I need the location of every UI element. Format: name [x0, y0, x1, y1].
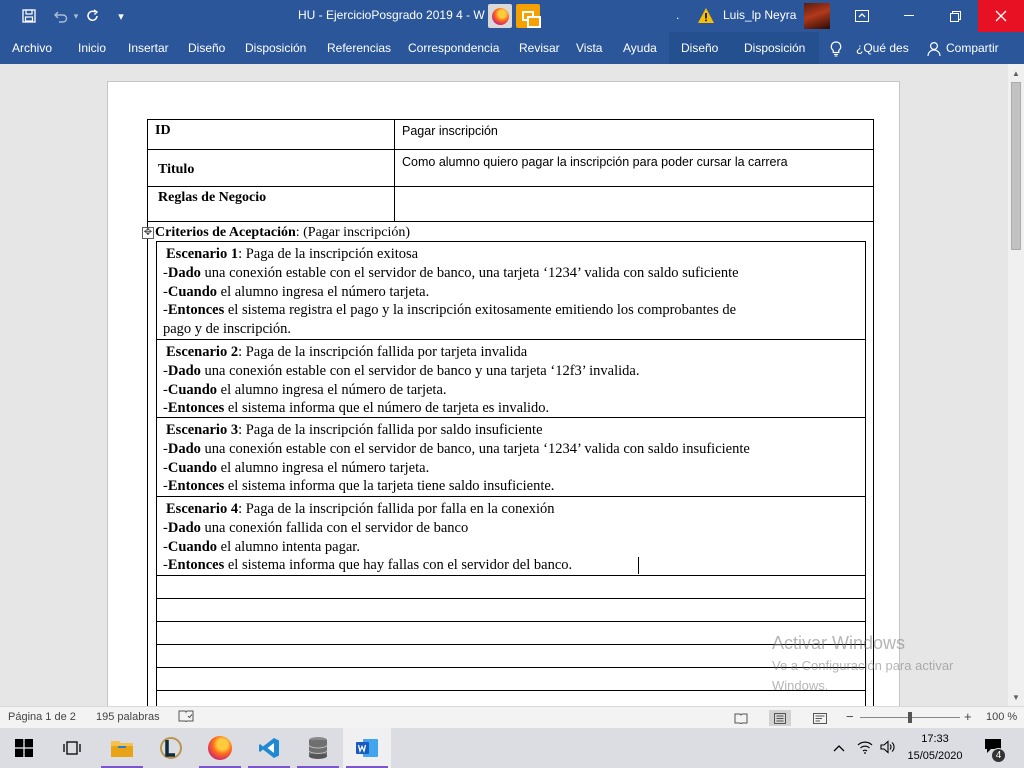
person-icon[interactable]: [927, 41, 941, 57]
tab-revisar[interactable]: Revisar: [519, 41, 560, 55]
volume-icon[interactable]: [880, 740, 896, 757]
ribbon-tabs: Archivo Inicio Insertar Diseño Disposici…: [0, 32, 1024, 64]
scenario-1-given[interactable]: -Dado una conexión estable con el servid…: [163, 265, 739, 282]
word-count[interactable]: 195 palabras: [96, 711, 160, 723]
row-value-id[interactable]: Pagar inscripción: [402, 124, 498, 138]
tab-archivo[interactable]: Archivo: [12, 41, 52, 55]
clock[interactable]: 17:33 15/05/2020: [900, 731, 970, 765]
ribbon-display-options-icon[interactable]: [839, 0, 885, 32]
scenario-3-title[interactable]: Escenario 3: Paga de la inscripción fall…: [166, 422, 543, 439]
scroll-up-icon[interactable]: ▲: [1010, 67, 1022, 79]
scenario-2-given[interactable]: -Dado una conexión estable con el servid…: [163, 363, 639, 380]
tab-table-layout[interactable]: Disposición: [744, 41, 805, 55]
criteria-heading[interactable]: Criterios de Aceptación: (Pagar inscripc…: [155, 225, 410, 241]
tab-diseno[interactable]: Diseño: [188, 41, 225, 55]
scroll-thumb[interactable]: [1011, 82, 1021, 250]
clock-date: 15/05/2020: [907, 750, 963, 762]
file-explorer-icon[interactable]: [98, 728, 146, 768]
activation-watermark-line2: Windows.: [772, 678, 829, 693]
scenario-2-title[interactable]: Escenario 2: Paga de la inscripción fall…: [166, 344, 527, 361]
status-bar: Página 1 de 2 195 palabras − + 100 %: [0, 706, 1024, 728]
vertical-scrollbar[interactable]: ▲ ▼: [1008, 64, 1024, 706]
tab-correspondencia[interactable]: Correspondencia: [408, 41, 499, 55]
print-layout-icon[interactable]: [769, 710, 791, 726]
read-mode-icon[interactable]: [730, 710, 752, 726]
document-title: HU - EjercicioPosgrado 2019 4 - W: [298, 8, 485, 22]
activation-watermark-title: Activar Windows: [772, 633, 906, 653]
share-button[interactable]: Compartir: [946, 41, 999, 55]
clock-time: 17:33: [921, 733, 949, 745]
scenario-3-then[interactable]: -Entonces el sistema informa que la tarj…: [163, 478, 554, 495]
scenario-1-title[interactable]: Escenario 1: Paga de la inscripción exit…: [166, 246, 418, 263]
network-icon[interactable]: [857, 740, 873, 757]
customize-qa-icon[interactable]: ▾: [112, 0, 130, 32]
taskbar: 17:33 15/05/2020: [0, 728, 1024, 768]
zoom-slider-thumb[interactable]: [908, 712, 912, 723]
scenario-2-then[interactable]: -Entonces el sistema informa que el núme…: [163, 400, 549, 417]
league-client-icon[interactable]: [147, 728, 195, 768]
scenario-4-given[interactable]: -Dado una conexión fallida con el servid…: [163, 520, 468, 537]
proofing-icon[interactable]: [178, 710, 194, 726]
firefox-icon[interactable]: [488, 4, 512, 28]
zoom-level[interactable]: 100 %: [986, 711, 1017, 723]
activation-watermark-line1: Ve a Configuración para activar: [772, 658, 954, 673]
firefox-icon[interactable]: [196, 728, 244, 768]
undo-icon[interactable]: [48, 0, 72, 32]
text-cursor: [638, 557, 639, 574]
tab-vista[interactable]: Vista: [576, 41, 602, 55]
scroll-down-icon[interactable]: ▼: [1010, 691, 1022, 703]
scenario-3-given[interactable]: -Dado una conexión estable con el servid…: [163, 441, 750, 458]
tab-referencias[interactable]: Referencias: [327, 41, 391, 55]
tell-me-search[interactable]: ¿Qué des: [856, 41, 909, 55]
tab-insertar[interactable]: Insertar: [128, 41, 169, 55]
zoom-in-button[interactable]: +: [964, 709, 972, 724]
row-value-titulo[interactable]: Como alumno quiero pagar la inscripción …: [402, 155, 788, 169]
scenario-1-then[interactable]: -Entonces el sistema registra el pago y …: [163, 302, 736, 319]
window-switch-icon[interactable]: [516, 4, 541, 28]
criteria-rest: : (Pagar inscripción): [295, 225, 411, 240]
minimize-button[interactable]: [886, 0, 932, 32]
scenario-1-when[interactable]: -Cuando el alumno ingresa el número tarj…: [163, 284, 429, 301]
row-label-id[interactable]: ID: [155, 123, 171, 139]
undo-dropdown-icon[interactable]: ▾: [70, 0, 82, 32]
redo-icon[interactable]: [82, 0, 104, 32]
web-layout-icon[interactable]: [809, 710, 831, 726]
show-hidden-icons-icon[interactable]: [833, 740, 845, 755]
avatar[interactable]: [804, 3, 830, 29]
title-separator: .: [676, 8, 680, 22]
notification-count-badge: 4: [991, 748, 1006, 763]
scenario-2-when[interactable]: -Cuando el alumno ingresa el número de t…: [163, 382, 447, 399]
account-name[interactable]: Luis_lp Neyra: [723, 8, 796, 22]
tab-disposicion[interactable]: Disposición: [245, 41, 306, 55]
tab-ayuda[interactable]: Ayuda: [623, 41, 657, 55]
criteria-label: Criterios de Aceptación: [155, 225, 296, 240]
save-icon[interactable]: [16, 0, 42, 32]
table-move-handle-icon[interactable]: ✥: [142, 227, 154, 239]
tab-table-design[interactable]: Diseño: [681, 41, 718, 55]
task-view-icon[interactable]: [48, 728, 96, 768]
close-button[interactable]: [978, 0, 1024, 32]
zoom-out-button[interactable]: −: [846, 709, 854, 724]
scenario-4-then[interactable]: -Entonces el sistema informa que hay fal…: [163, 557, 572, 574]
word-icon[interactable]: [343, 728, 391, 768]
vscode-icon[interactable]: [245, 728, 293, 768]
start-icon[interactable]: [0, 728, 48, 768]
tab-inicio[interactable]: Inicio: [78, 41, 106, 55]
row-label-titulo[interactable]: Titulo: [158, 162, 194, 178]
lightbulb-icon[interactable]: [830, 41, 842, 57]
title-bar: ▾ ▾ HU - EjercicioPosgrado 2019 4 - W . …: [0, 0, 1024, 32]
database-icon[interactable]: [294, 728, 342, 768]
scenario-1-then-cont[interactable]: pago y de inscripción.: [163, 321, 291, 338]
scenario-4-title[interactable]: Escenario 4: Paga de la inscripción fall…: [166, 501, 555, 518]
scenario-3-when[interactable]: -Cuando el alumno ingresa el número tarj…: [163, 460, 429, 477]
restore-button[interactable]: [932, 0, 978, 32]
row-label-reglas[interactable]: Reglas de Negocio: [158, 190, 266, 206]
page-count[interactable]: Página 1 de 2: [8, 711, 76, 723]
warning-icon[interactable]: [697, 7, 715, 24]
scenario-4-when[interactable]: -Cuando el alumno intenta pagar.: [163, 539, 360, 556]
